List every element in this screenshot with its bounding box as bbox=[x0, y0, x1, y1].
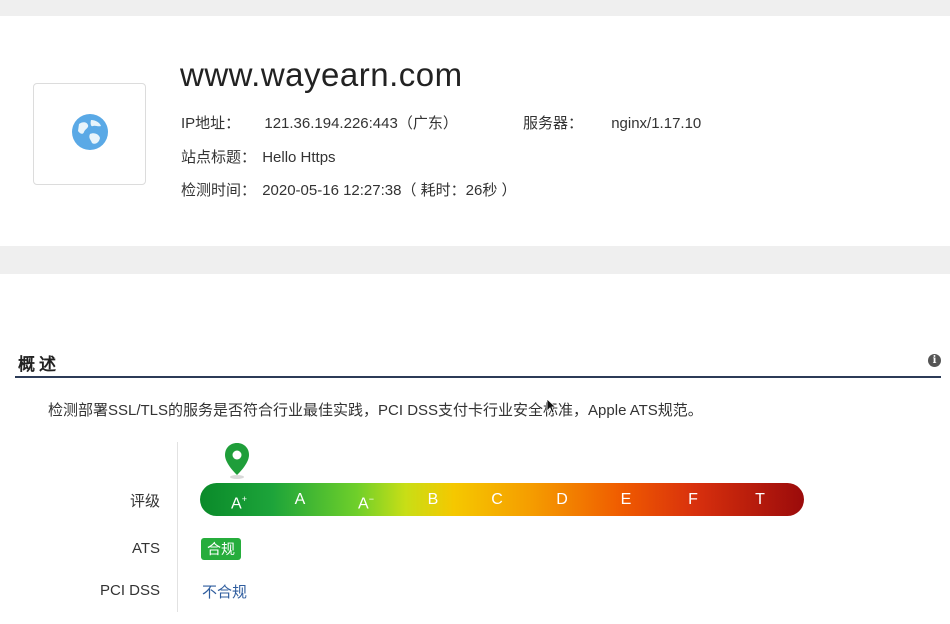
server-value: nginx/1.17.10 bbox=[611, 115, 702, 132]
pci-dss-status[interactable]: 不合规 bbox=[202, 581, 247, 602]
top-background bbox=[0, 0, 950, 16]
ats-status-badge: 合规 bbox=[201, 538, 241, 560]
overview-title: 概述 bbox=[18, 355, 60, 374]
grade-a: A bbox=[294, 491, 306, 508]
grade-a-plus: A+ bbox=[231, 494, 247, 513]
grade-b: B bbox=[427, 491, 439, 508]
server-label: 服务器： bbox=[523, 115, 584, 132]
ip-value: 121.36.194.226:443（广东） bbox=[264, 115, 458, 132]
site-summary-card: www.wayearn.com IP地址： 121.36.194.226:443… bbox=[0, 16, 950, 246]
grade-a-minus: A− bbox=[358, 494, 374, 513]
current-grade-pin-icon bbox=[225, 443, 249, 479]
grade-c: C bbox=[491, 491, 503, 508]
check-time-row: 检测时间： 2020-05-16 12:27:38（ 耗时：26秒 ） bbox=[181, 179, 517, 200]
grade-divider bbox=[177, 442, 178, 612]
grade-d: D bbox=[556, 491, 568, 508]
ats-label: ATS bbox=[131, 540, 160, 557]
overview-panel: 概述 i 检测部署SSL/TLS的服务是否符合行业最佳实践，PCI DSS支付卡… bbox=[0, 274, 950, 624]
site-title-label: 站点标题： bbox=[181, 149, 257, 166]
section-gap bbox=[0, 246, 950, 274]
site-title-row: 站点标题： Hello Https bbox=[181, 146, 336, 167]
ip-label: IP地址： bbox=[181, 115, 241, 132]
grade-scale-bar: A+ A A− B C D E F T bbox=[200, 483, 804, 516]
pci-dss-label: PCI DSS bbox=[99, 582, 160, 599]
server-row: 服务器： nginx/1.17.10 bbox=[523, 112, 701, 133]
site-title-value: Hello Https bbox=[262, 149, 336, 166]
check-time-label: 检测时间： bbox=[181, 182, 257, 199]
site-icon-box bbox=[33, 83, 146, 185]
grade-label: 评级 bbox=[129, 493, 160, 510]
mouse-cursor-icon bbox=[546, 398, 556, 414]
globe-icon bbox=[70, 112, 110, 157]
overview-description: 检测部署SSL/TLS的服务是否符合行业最佳实践，PCI DSS支付卡行业安全标… bbox=[48, 402, 703, 419]
grade-f: F bbox=[688, 491, 698, 508]
check-time-value: 2020-05-16 12:27:38（ 耗时：26秒 ） bbox=[262, 182, 517, 199]
ip-row: IP地址： 121.36.194.226:443（广东） bbox=[181, 112, 458, 133]
grade-e: E bbox=[620, 491, 632, 508]
info-icon[interactable]: i bbox=[928, 354, 941, 367]
grade-t: T bbox=[755, 491, 765, 508]
section-divider bbox=[15, 376, 941, 378]
site-domain: www.wayearn.com bbox=[180, 56, 463, 93]
